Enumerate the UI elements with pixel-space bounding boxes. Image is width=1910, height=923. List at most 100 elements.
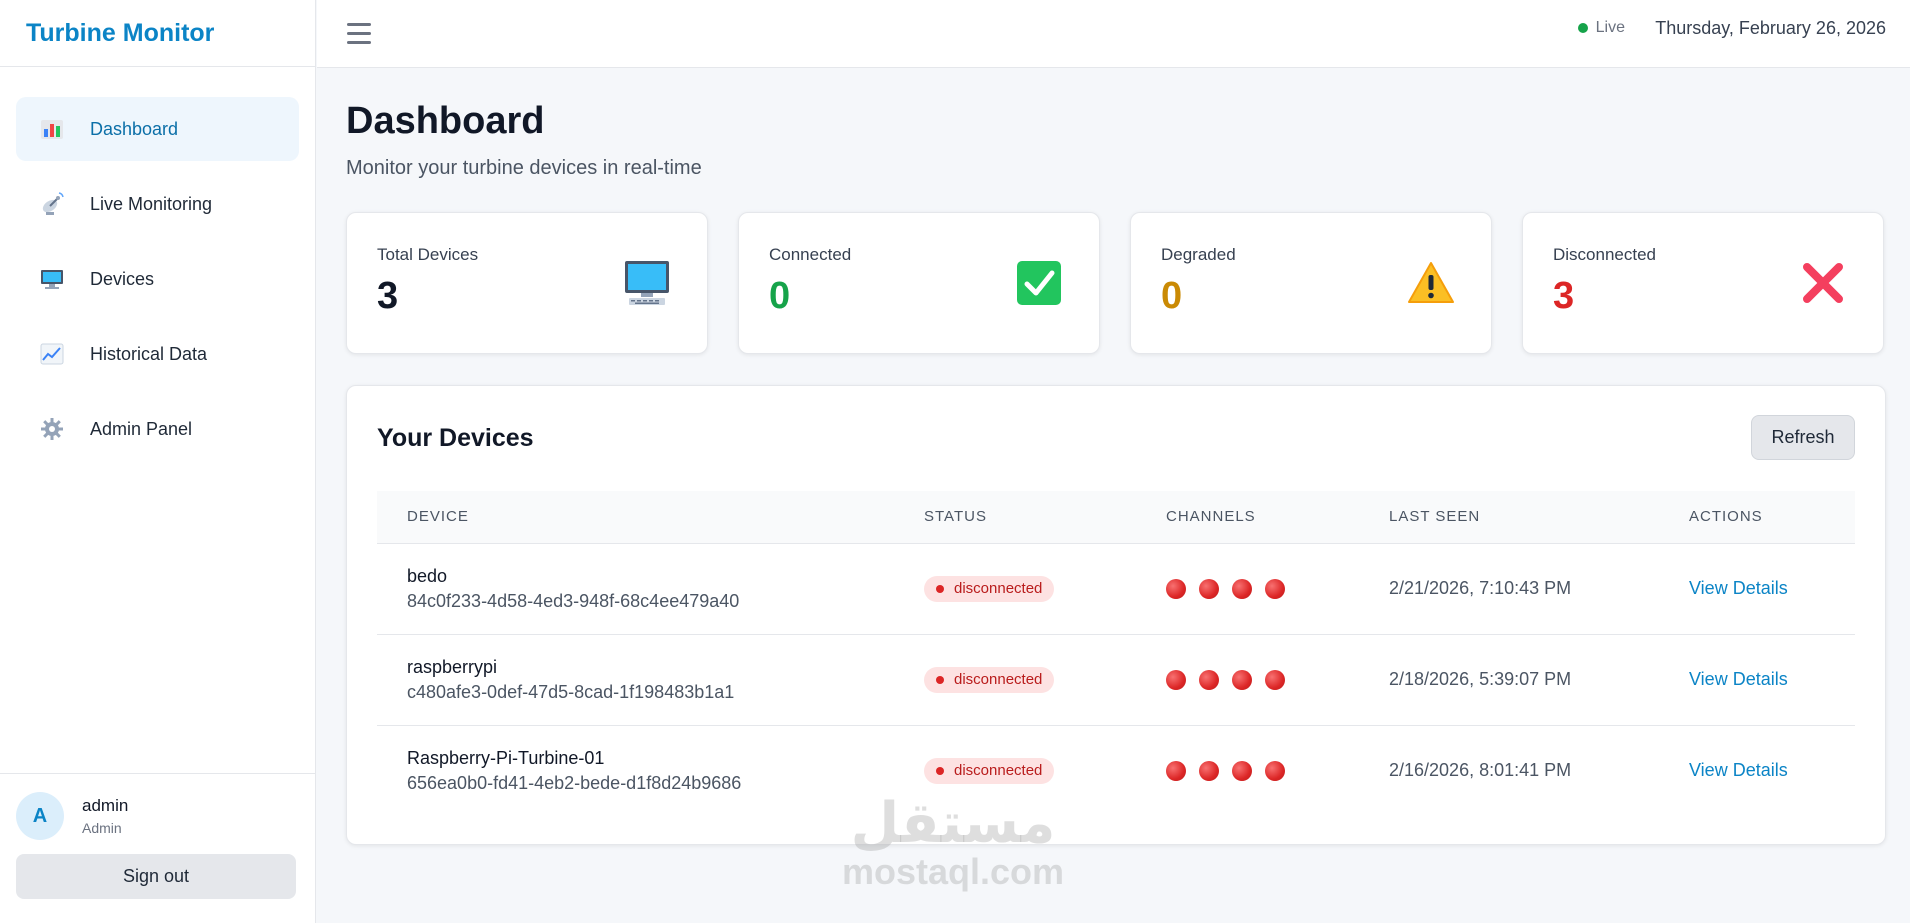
user-name: admin [82, 796, 129, 815]
bar-chart-icon [38, 115, 66, 143]
page-title: Dashboard [346, 100, 545, 142]
cross-mark-icon [1803, 263, 1843, 303]
status-dot-icon [936, 584, 944, 593]
stats-row: Total Devices 3 Connected 0 Degraded 0 D… [346, 212, 1886, 354]
satellite-dish-icon [38, 190, 66, 218]
device-id: c480afe3-0def-47d5-8cad-1f198483b1a1 [407, 681, 735, 702]
last-seen-cell: 2/18/2026, 5:39:07 PM [1359, 634, 1659, 726]
sidebar-nav: Dashboard Live Monitoring Devices Histor… [0, 67, 315, 461]
refresh-button[interactable]: Refresh [1751, 415, 1855, 460]
channel-status-dot-icon [1166, 760, 1186, 781]
live-dot-icon [1577, 23, 1588, 33]
main-content: Dashboard Monitor your turbine devices i… [346, 68, 1886, 845]
status-badge: disconnected [924, 757, 1055, 784]
live-indicator: Live [1577, 19, 1625, 37]
status-text: disconnected [954, 671, 1043, 688]
channel-status-dot-icon [1199, 669, 1219, 690]
desktop-icon [38, 265, 66, 293]
watermark-arabic: مستقل [850, 791, 1056, 854]
column-header-status: STATUS [894, 491, 1136, 544]
sidebar-item-label: Historical Data [90, 343, 208, 364]
channels-cell [1136, 634, 1359, 726]
column-header-last-seen: LAST SEEN [1359, 491, 1659, 544]
status-dot-icon [936, 675, 944, 684]
watermark: مستقل mostaql.com [838, 795, 1068, 893]
channel-status-dot-icon [1166, 578, 1186, 599]
watermark-latin: mostaql.com [841, 851, 1065, 892]
sidebar-item-dashboard[interactable]: Dashboard [16, 97, 299, 161]
devices-table: DEVICE STATUS CHANNELS LAST SEEN ACTIONS… [377, 491, 1855, 816]
table-row: bedo 84c0f233-4d58-4ed3-948f-68c4ee479a4… [377, 543, 1855, 635]
sidebar-item-label: Live Monitoring [90, 193, 213, 214]
stat-card-degraded: Degraded 0 [1130, 212, 1492, 354]
column-header-actions: ACTIONS [1659, 491, 1855, 544]
device-name: raspberrypi [407, 656, 498, 677]
channel-status-dot-icon [1199, 760, 1219, 781]
channel-status-dot-icon [1265, 760, 1285, 781]
device-cell: bedo 84c0f233-4d58-4ed3-948f-68c4ee479a4… [377, 543, 894, 635]
devices-panel: Your Devices Refresh DEVICE STATUS CHANN… [346, 385, 1886, 845]
hamburger-icon [347, 22, 371, 26]
avatar: A [16, 792, 64, 840]
last-seen-cell: 2/16/2026, 8:01:41 PM [1389, 760, 1572, 781]
device-name: Raspberry-Pi-Turbine-01 [407, 747, 605, 768]
sidebar-item-label: Dashboard [90, 118, 179, 139]
sidebar-footer: A admin Admin Sign out [0, 773, 316, 923]
actions-cell: View Details [1659, 634, 1855, 726]
sidebar-item-devices[interactable]: Devices [16, 247, 299, 311]
channel-status-dot-icon [1232, 669, 1252, 690]
page-subtitle: Monitor your turbine devices in real-tim… [346, 157, 702, 179]
table-header-row: DEVICE STATUS CHANNELS LAST SEEN ACTIONS [377, 491, 1855, 544]
hamburger-icon [347, 40, 371, 44]
channel-status-dot-icon [1199, 578, 1219, 599]
device-cell: Raspberry-Pi-Turbine-01 656ea0b0-fd41-4e… [377, 725, 894, 816]
sidebar-item-label: Devices [90, 268, 155, 289]
status-cell: disconnected [894, 634, 1136, 726]
device-cell: raspberrypi c480afe3-0def-47d5-8cad-1f19… [377, 634, 894, 726]
channel-indicators [1166, 760, 1359, 781]
last-seen-cell: 2/21/2026, 7:10:43 PM [1359, 543, 1659, 635]
sidebar-item-live-monitoring[interactable]: Live Monitoring [16, 172, 299, 236]
column-header-device: DEVICE [377, 491, 894, 544]
channel-status-dot-icon [1166, 669, 1186, 690]
gear-icon [38, 415, 66, 443]
sidebar-item-historical-data[interactable]: Historical Data [16, 322, 299, 386]
line-chart-icon [38, 340, 66, 368]
channel-status-dot-icon [1232, 760, 1252, 781]
sidebar: Turbine Monitor Dashboard Live Monitorin… [0, 0, 316, 923]
sign-out-button[interactable]: Sign out [16, 854, 296, 899]
status-badge: disconnected [924, 666, 1055, 693]
view-details-link[interactable]: View Details [1689, 578, 1788, 598]
channel-status-dot-icon [1232, 578, 1252, 599]
view-details-link[interactable]: View Details [1689, 760, 1788, 780]
device-name: bedo [407, 565, 448, 586]
column-header-channels: CHANNELS [1136, 491, 1359, 544]
channels-cell [1136, 543, 1359, 635]
check-mark-icon [1017, 261, 1061, 305]
status-text: disconnected [954, 580, 1043, 597]
status-dot-icon [936, 766, 944, 775]
app-title[interactable]: Turbine Monitor [0, 0, 315, 67]
actions-cell: View Details [1659, 543, 1855, 635]
stat-card-total-devices: Total Devices 3 [346, 212, 708, 354]
channels-cell [1136, 725, 1359, 816]
sidebar-item-admin-panel[interactable]: Admin Panel [16, 397, 299, 461]
table-row: raspberrypi c480afe3-0def-47d5-8cad-1f19… [377, 634, 1855, 726]
topbar: Live Thursday, February 26, 2026 [317, 0, 1910, 68]
status-cell: disconnected [894, 543, 1136, 635]
sidebar-item-label: Admin Panel [90, 418, 193, 439]
warning-icon [1408, 262, 1454, 303]
stat-card-connected: Connected 0 [738, 212, 1100, 354]
channel-indicators [1166, 669, 1359, 690]
live-label: Live [1595, 19, 1625, 36]
status-text: disconnected [954, 762, 1043, 780]
actions-cell: View Details [1659, 725, 1855, 816]
channel-status-dot-icon [1265, 669, 1285, 690]
menu-toggle-button[interactable] [347, 16, 381, 50]
channel-status-dot-icon [1265, 578, 1285, 599]
view-details-link[interactable]: View Details [1689, 669, 1788, 689]
user-role: Admin [82, 820, 122, 836]
channel-indicators [1166, 578, 1359, 599]
stat-card-disconnected: Disconnected 3 [1522, 212, 1884, 354]
hamburger-icon [347, 31, 371, 35]
